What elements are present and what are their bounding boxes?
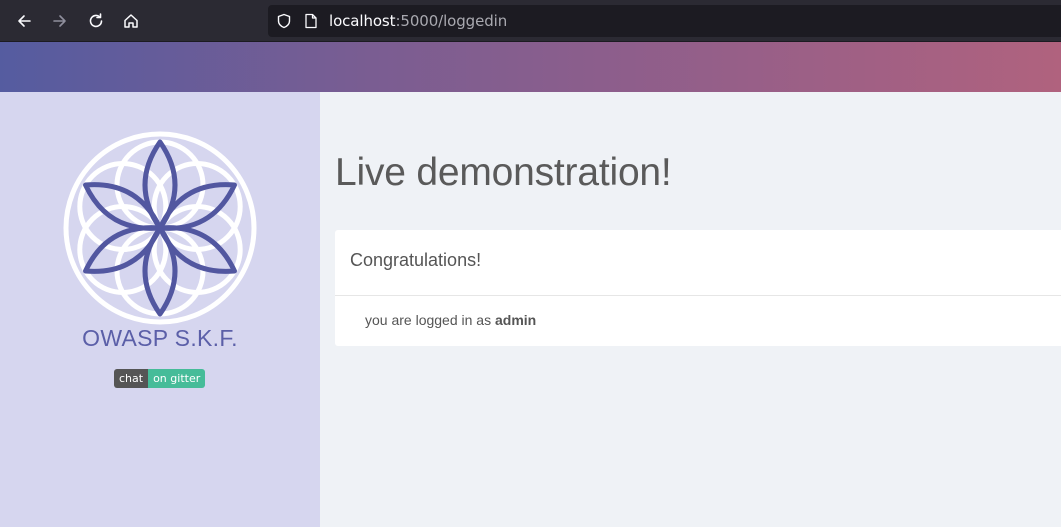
result-card: Congratulations! you are logged in as ad… xyxy=(335,230,1061,346)
url-bar[interactable]: localhost:5000/loggedin xyxy=(268,5,1061,37)
logged-in-text: you are logged in as xyxy=(365,312,492,328)
badge-chat-label: chat xyxy=(114,369,149,388)
page-icon[interactable] xyxy=(304,13,318,29)
brand-name: OWASP S.K.F. xyxy=(82,325,238,351)
arrow-right-icon xyxy=(53,15,66,27)
card-title: Congratulations! xyxy=(335,230,1061,296)
gitter-chat-badge[interactable]: chat on gitter xyxy=(114,369,206,388)
top-banner xyxy=(0,42,1061,92)
username: admin xyxy=(494,312,537,328)
reload-icon xyxy=(89,13,103,28)
home-icon xyxy=(124,14,138,28)
badge-gitter-label: on gitter xyxy=(148,369,206,388)
url-path: :5000/loggedin xyxy=(395,12,508,30)
url-host: localhost xyxy=(329,12,396,30)
url-text[interactable]: localhost:5000/loggedin xyxy=(329,13,507,29)
page-title: Live demonstration! xyxy=(335,151,672,194)
back-button[interactable] xyxy=(14,11,34,31)
shield-icon[interactable] xyxy=(276,13,292,29)
forward-button[interactable] xyxy=(50,11,70,31)
home-button[interactable] xyxy=(121,11,141,31)
reload-button[interactable] xyxy=(86,11,106,31)
card-body: you are logged in as admin xyxy=(335,296,1061,328)
browser-toolbar: localhost:5000/loggedin xyxy=(0,0,1061,42)
owasp-skf-logo xyxy=(63,131,257,325)
arrow-left-icon xyxy=(18,15,31,27)
